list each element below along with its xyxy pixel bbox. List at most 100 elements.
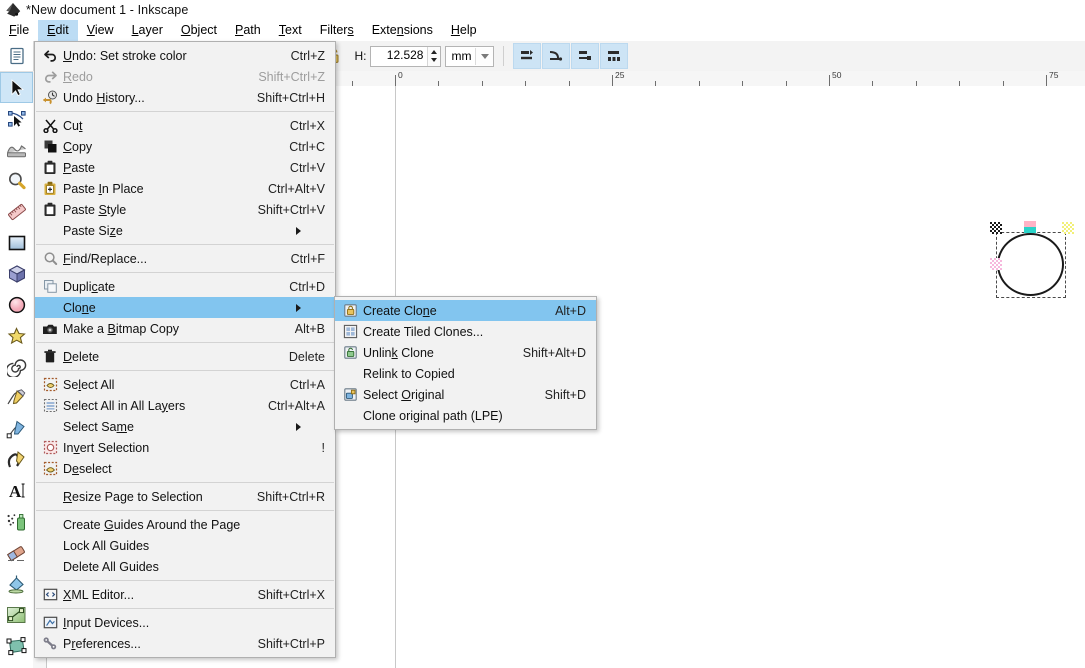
affect-stroke-width-button[interactable] (513, 43, 542, 69)
edit-menu-item-redo[interactable]: Redo Shift+Ctrl+Z (35, 66, 335, 87)
edit-menu-item-resize-page-to-selection[interactable]: Resize Page to Selection Shift+Ctrl+R (35, 486, 335, 507)
star-tool[interactable] (0, 320, 33, 351)
ellipse-tool[interactable] (0, 289, 33, 320)
eraser-tool[interactable] (0, 537, 33, 568)
scale-w-handle[interactable] (990, 258, 1002, 270)
menu-item-label: Make a Bitmap Copy (63, 321, 180, 336)
h-label: H: (354, 49, 367, 63)
dropper-tool[interactable] (0, 661, 33, 668)
spiral-tool[interactable] (0, 351, 33, 382)
calligraphy-tool[interactable] (0, 444, 33, 475)
menubar-item-extensions[interactable]: Extensions (363, 20, 442, 41)
affect-rounded-corners-button[interactable] (542, 43, 571, 69)
edit-menu-item-xml-editor[interactable]: XML Editor... Shift+Ctrl+X (35, 584, 335, 605)
edit-menu-item-copy[interactable]: Copy Ctrl+C (35, 136, 335, 157)
edit-menu-item-select-all[interactable]: Select All Ctrl+A (35, 374, 335, 395)
h-spinner[interactable] (370, 45, 442, 67)
clone-submenu-popup[interactable]: Create Clone Alt+D Create Tiled Clones... U… (334, 296, 597, 430)
menubar-item-object[interactable]: Object (172, 20, 226, 41)
edit-menu-item-deselect[interactable]: Deselect (35, 458, 335, 479)
edit-menu-item-make-a-bitmap-copy[interactable]: Make a Bitmap Copy Alt+B (35, 318, 335, 339)
document-properties-tool[interactable] (0, 41, 33, 72)
edit-menu-item-delete[interactable]: Delete Delete (35, 346, 335, 367)
affect-patterns-button[interactable] (600, 43, 629, 69)
ruler-icon (7, 202, 27, 222)
zoom-tool[interactable] (0, 165, 33, 196)
menubar-item-filters[interactable]: Filters (311, 20, 363, 41)
edit-menu-item-input-devices[interactable]: Input Devices... (35, 612, 335, 633)
scale-ne-handle[interactable] (1062, 222, 1074, 234)
edit-menu-item-select-same[interactable]: Select Same (35, 416, 335, 437)
bucket-fill-tool[interactable] (0, 568, 33, 599)
scale-n-handle[interactable] (1024, 221, 1036, 233)
gradient-tool[interactable] (0, 599, 33, 630)
spray-can-icon (6, 512, 27, 532)
chevron-down-icon[interactable] (475, 47, 494, 65)
edit-menu-item-cut[interactable]: Cut Ctrl+X (35, 115, 335, 136)
edit-menu-item-delete-all-guides[interactable]: Delete All Guides (35, 556, 335, 577)
scale-nw-handle[interactable] (990, 222, 1002, 234)
mesh-gradient-tool[interactable] (0, 630, 33, 661)
clone-menu-item-clone-original-path-lpe[interactable]: Clone original path (LPE) (335, 405, 596, 426)
3dbox-tool[interactable] (0, 258, 33, 289)
no-icon (37, 297, 63, 318)
pencil-tool[interactable] (0, 382, 33, 413)
spray-tool[interactable] (0, 506, 33, 537)
edit-menu-item-select-all-in-all-layers[interactable]: Select All in All Layers Ctrl+Alt+A (35, 395, 335, 416)
edit-menu-item-paste-in-place[interactable]: Paste In Place Ctrl+Alt+V (35, 178, 335, 199)
clone-menu-item-select-original[interactable]: Select Original Shift+D (335, 384, 596, 405)
menubar-item-help[interactable]: Help (442, 20, 486, 41)
edit-menu-item-undo-set-stroke-color[interactable]: Undo: Set stroke color Ctrl+Z (35, 45, 335, 66)
measure-tool[interactable] (0, 196, 33, 227)
bezier-tool[interactable] (0, 413, 33, 444)
menu-item-label: Copy (63, 139, 93, 154)
svg-text:A: A (9, 482, 22, 501)
edit-menu-item-paste-style[interactable]: Paste Style Shift+Ctrl+V (35, 199, 335, 220)
menu-item-shortcut: Shift+Ctrl+R (256, 489, 325, 504)
edit-menu-popup[interactable]: Undo: Set stroke color Ctrl+Z Redo Shift+Ct… (34, 41, 336, 658)
node-editor-icon (7, 109, 27, 129)
edit-menu-item-clone[interactable]: Clone (35, 297, 335, 318)
menubar-item-file[interactable]: File (0, 20, 38, 41)
menubar-item-view[interactable]: View (78, 20, 123, 41)
ellipse-object[interactable] (997, 233, 1064, 296)
create-clone-icon (337, 300, 363, 321)
edit-menu-item-find-replace[interactable]: Find/Replace... Ctrl+F (35, 248, 335, 269)
menu-item-label: Unlink Clone (363, 345, 434, 360)
edit-menu-item-lock-all-guides[interactable]: Lock All Guides (35, 535, 335, 556)
edit-menu-item-invert-selection[interactable]: Invert Selection! (35, 437, 335, 458)
clone-menu-item-unlink-clone[interactable]: Unlink Clone Shift+Alt+D (335, 342, 596, 363)
menu-separator (36, 510, 334, 511)
menu-separator (36, 111, 334, 112)
clone-menu-item-create-tiled-clones[interactable]: Create Tiled Clones... (335, 321, 596, 342)
edit-menu-item-preferences[interactable]: Preferences... Shift+Ctrl+P (35, 633, 335, 654)
ruler-label: 0 (398, 71, 403, 80)
menu-item-shortcut: Ctrl+C (289, 139, 325, 154)
circle-icon (7, 295, 27, 315)
edit-menu-item-paste-size[interactable]: Paste Size (35, 220, 335, 241)
menubar-item-layer[interactable]: Layer (123, 20, 172, 41)
node-tool[interactable] (0, 103, 33, 134)
clone-menu-item-relink-to-copied[interactable]: Relink to Copied (335, 363, 596, 384)
clone-menu-item-create-clone[interactable]: Create Clone Alt+D (335, 300, 596, 321)
menubar-item-path[interactable]: Path (226, 20, 270, 41)
edit-menu-item-paste[interactable]: Paste Ctrl+V (35, 157, 335, 178)
menu-item-shortcut: Ctrl+V (289, 160, 325, 175)
height-stepper[interactable] (427, 46, 441, 66)
edit-menu-item-undo-history[interactable]: Undo History... Shift+Ctrl+H (35, 87, 335, 108)
menubar-item-edit[interactable]: Edit (38, 19, 78, 41)
edit-menu-item-duplicate[interactable]: Duplicate Ctrl+D (35, 276, 335, 297)
menu-item-label: Paste Size (63, 223, 123, 238)
affect-gradients-button[interactable] (571, 43, 600, 69)
selector-tool[interactable] (0, 72, 33, 103)
height-input[interactable] (371, 46, 428, 64)
selection-group[interactable] (984, 218, 1080, 310)
menu-item-label: Cut (63, 118, 83, 133)
menubar-item-text[interactable]: Text (270, 20, 311, 41)
text-tool[interactable]: A (0, 475, 33, 506)
menu-item-shortcut: Shift+Ctrl+H (256, 90, 325, 105)
rectangle-tool[interactable] (0, 227, 33, 258)
units-dropdown[interactable]: mm (445, 45, 495, 67)
edit-menu-item-create-guides-around-the-page[interactable]: Create Guides Around the Page (35, 514, 335, 535)
tweak-tool[interactable] (0, 134, 33, 165)
